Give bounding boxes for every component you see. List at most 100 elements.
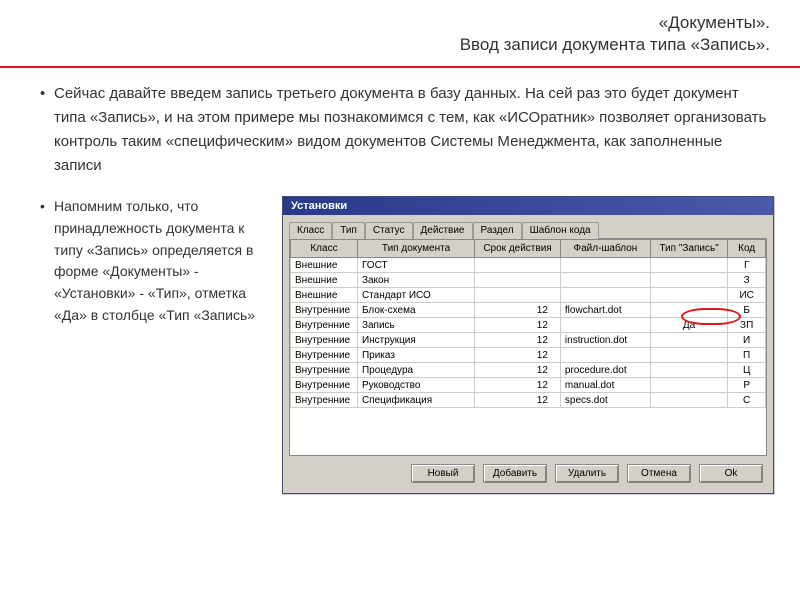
table-row[interactable]: ВнутренниеРуководство12manual.dot Р <box>291 378 766 393</box>
main-paragraph: Сейчас давайте введем запись третьего до… <box>0 82 800 178</box>
cell-code[interactable]: И <box>728 333 766 348</box>
dialog-title-bar: Установки <box>283 197 773 215</box>
table-row[interactable]: ВнутренниеИнструкция12instruction.dot И <box>291 333 766 348</box>
cell-code[interactable]: З <box>728 273 766 288</box>
cell-type[interactable]: ГОСТ <box>357 258 474 273</box>
col-header-term[interactable]: Срок действия <box>475 240 561 258</box>
button-bar: Новый Добавить Удалить Отмена Ok <box>283 456 773 493</box>
col-header-zapis[interactable]: Тип "Запись" <box>650 240 727 258</box>
cancel-button[interactable]: Отмена <box>627 464 691 483</box>
cell-file[interactable]: manual.dot <box>560 378 650 393</box>
cell-zapis[interactable] <box>650 273 727 288</box>
divider-line <box>0 66 800 68</box>
cell-type[interactable]: Процедура <box>357 363 474 378</box>
new-button[interactable]: Новый <box>411 464 475 483</box>
table-row[interactable]: ВнешниеСтандарт ИСО ИС <box>291 288 766 303</box>
cell-term[interactable]: 12 <box>475 363 561 378</box>
cell-file[interactable]: instruction.dot <box>560 333 650 348</box>
table-row[interactable]: ВнутренниеПриказ12 П <box>291 348 766 363</box>
table-row[interactable]: ВнутренниеСпецификация12specs.dot С <box>291 393 766 408</box>
cell-code[interactable]: ЗП <box>728 318 766 333</box>
cell-class[interactable]: Внутренние <box>291 363 358 378</box>
tab-strip: Класс Тип Статус Действие Раздел Шаблон … <box>283 215 773 238</box>
cell-class[interactable]: Внутренние <box>291 393 358 408</box>
header-line-2: Ввод записи документа типа «Запись». <box>0 34 770 56</box>
tab-type[interactable]: Тип <box>332 222 365 239</box>
cell-zapis[interactable] <box>650 393 727 408</box>
cell-file[interactable] <box>560 288 650 303</box>
table-row[interactable]: ВнешниеЗакон З <box>291 273 766 288</box>
cell-zapis[interactable] <box>650 303 727 318</box>
cell-class[interactable]: Внешние <box>291 258 358 273</box>
cell-type[interactable]: Руководство <box>357 378 474 393</box>
cell-file[interactable] <box>560 258 650 273</box>
cell-term[interactable]: 12 <box>475 378 561 393</box>
cell-file[interactable]: specs.dot <box>560 393 650 408</box>
cell-file[interactable] <box>560 348 650 363</box>
cell-type[interactable]: Инструкция <box>357 333 474 348</box>
cell-zapis[interactable] <box>650 378 727 393</box>
cell-zapis[interactable] <box>650 348 727 363</box>
cell-code[interactable]: Р <box>728 378 766 393</box>
col-header-file[interactable]: Файл-шаблон <box>560 240 650 258</box>
cell-type[interactable]: Спецификация <box>357 393 474 408</box>
cell-type[interactable]: Запись <box>357 318 474 333</box>
cell-term[interactable]: 12 <box>475 303 561 318</box>
cell-class[interactable]: Внешние <box>291 273 358 288</box>
cell-type[interactable]: Приказ <box>357 348 474 363</box>
cell-code[interactable]: П <box>728 348 766 363</box>
table-area: Класс Тип документа Срок действия Файл-ш… <box>289 238 767 456</box>
header-line-1: «Документы». <box>0 12 770 34</box>
cell-code[interactable]: Ц <box>728 363 766 378</box>
cell-code[interactable]: С <box>728 393 766 408</box>
cell-zapis[interactable] <box>650 333 727 348</box>
cell-class[interactable]: Внутренние <box>291 333 358 348</box>
side-bullet: Напомним только, что принадлежность доку… <box>40 196 270 326</box>
cell-code[interactable]: ИС <box>728 288 766 303</box>
delete-button[interactable]: Удалить <box>555 464 619 483</box>
slide-header: «Документы». Ввод записи документа типа … <box>0 0 800 60</box>
col-header-type[interactable]: Тип документа <box>357 240 474 258</box>
cell-zapis[interactable] <box>650 258 727 273</box>
cell-code[interactable]: Б <box>728 303 766 318</box>
table-row[interactable]: ВнешниеГОСТ Г <box>291 258 766 273</box>
cell-term[interactable]: 12 <box>475 318 561 333</box>
cell-zapis[interactable] <box>650 363 727 378</box>
cell-zapis[interactable] <box>650 288 727 303</box>
cell-class[interactable]: Внешние <box>291 288 358 303</box>
cell-type[interactable]: Стандарт ИСО <box>357 288 474 303</box>
cell-file[interactable]: flowchart.dot <box>560 303 650 318</box>
cell-file[interactable] <box>560 318 650 333</box>
cell-term[interactable] <box>475 273 561 288</box>
table-row[interactable]: ВнутренниеПроцедура12procedure.dot Ц <box>291 363 766 378</box>
cell-code[interactable]: Г <box>728 258 766 273</box>
col-header-class[interactable]: Класс <box>291 240 358 258</box>
cell-file[interactable]: procedure.dot <box>560 363 650 378</box>
table-row[interactable]: ВнутренниеЗапись12 ДаЗП <box>291 318 766 333</box>
cell-class[interactable]: Внутренние <box>291 378 358 393</box>
cell-class[interactable]: Внутренние <box>291 348 358 363</box>
cell-term[interactable]: 12 <box>475 393 561 408</box>
tab-class[interactable]: Класс <box>289 222 332 239</box>
cell-type[interactable]: Закон <box>357 273 474 288</box>
tab-section[interactable]: Раздел <box>473 222 522 239</box>
cell-class[interactable]: Внутренние <box>291 318 358 333</box>
tab-code-template[interactable]: Шаблон кода <box>522 222 599 239</box>
side-paragraph: Напомним только, что принадлежность доку… <box>40 196 270 494</box>
cell-term[interactable] <box>475 288 561 303</box>
settings-dialog: Установки Класс Тип Статус Действие Разд… <box>282 196 774 494</box>
add-button[interactable]: Добавить <box>483 464 547 483</box>
cell-type[interactable]: Блок-схема <box>357 303 474 318</box>
col-header-code[interactable]: Код <box>728 240 766 258</box>
table-row[interactable]: ВнутренниеБлок-схема12flowchart.dot Б <box>291 303 766 318</box>
cell-term[interactable] <box>475 258 561 273</box>
tab-action[interactable]: Действие <box>413 222 473 239</box>
cell-term[interactable]: 12 <box>475 348 561 363</box>
settings-table[interactable]: Класс Тип документа Срок действия Файл-ш… <box>290 239 766 408</box>
tab-status[interactable]: Статус <box>365 222 413 239</box>
cell-class[interactable]: Внутренние <box>291 303 358 318</box>
cell-term[interactable]: 12 <box>475 333 561 348</box>
cell-zapis[interactable]: Да <box>650 318 727 333</box>
ok-button[interactable]: Ok <box>699 464 763 483</box>
cell-file[interactable] <box>560 273 650 288</box>
